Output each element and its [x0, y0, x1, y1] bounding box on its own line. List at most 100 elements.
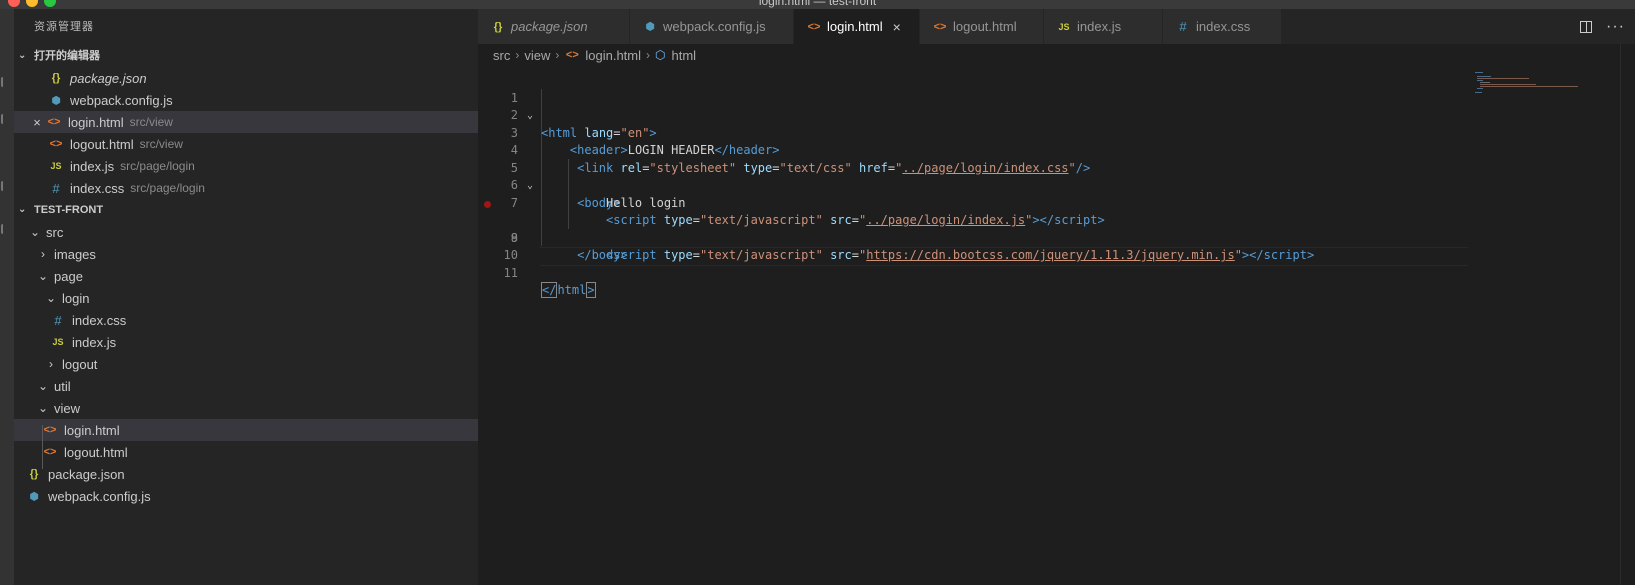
open-editor-item-index-css[interactable]: # index.css src/page/login — [14, 177, 478, 199]
activity-icon[interactable] — [1, 181, 7, 191]
html-icon: <> — [47, 116, 61, 128]
activity-icon[interactable] — [1, 77, 7, 87]
tree-folder-login[interactable]: ⌄ login — [14, 287, 478, 309]
src-link[interactable]: https://cdn.bootcss.com/jquery/1.11.3/jq… — [866, 248, 1234, 262]
chevron-down-icon: ⌄ — [29, 225, 41, 239]
code-line: 4 <link rel="stylesheet" type="text/css"… — [510, 143, 1091, 175]
chevron-right-icon: › — [555, 48, 560, 62]
js-icon: JS — [50, 161, 62, 171]
code-line: 9 </body> — [510, 230, 628, 263]
tree-folder-view[interactable]: ⌄ view — [14, 397, 478, 419]
href-link[interactable]: ../page/login/index.css — [902, 161, 1068, 175]
chevron-down-icon: ⌄ — [18, 50, 27, 61]
editor-tabs: {} package.json ⬢ webpack.config.js <> l… — [478, 9, 1635, 44]
symbol-cube-icon: ⬡ — [655, 48, 666, 62]
open-editor-item-logout-html[interactable]: <> logout.html src/view — [14, 133, 478, 155]
split-editor-icon[interactable] — [1580, 20, 1593, 33]
close-icon[interactable]: × — [30, 115, 44, 130]
activity-icon[interactable] — [1, 224, 7, 234]
css-icon: # — [52, 180, 60, 196]
tree-folder-src[interactable]: ⌄ src — [14, 221, 478, 243]
tree-folder-images[interactable]: › images — [14, 243, 478, 265]
tree-file-webpack[interactable]: ⬢ webpack.config.js — [14, 485, 478, 507]
src-link[interactable]: ../page/login/index.js — [866, 213, 1025, 227]
open-editor-item-login-html[interactable]: × <> login.html src/view — [14, 111, 478, 133]
webpack-icon: ⬢ — [51, 94, 61, 107]
breakpoint-icon[interactable] — [484, 200, 491, 208]
html-icon: <> — [49, 138, 63, 150]
code-line: 5 ⌄ <body> — [510, 160, 621, 210]
breadcrumb: src › view › <> login.html › ⬡ html — [478, 44, 696, 66]
code-line: 1 ⌄ <html lang="en"> — [510, 90, 657, 140]
tree-folder-util[interactable]: ⌄ util — [14, 375, 478, 397]
breadcrumb-src[interactable]: src — [493, 48, 510, 63]
chevron-down-icon: ⌄ — [45, 291, 57, 305]
chevron-right-icon: › — [41, 247, 45, 261]
title-bar: login.html — test-front — [0, 0, 1635, 9]
activity-icon[interactable] — [1, 114, 7, 124]
open-editor-item-index-js[interactable]: JS index.js src/page/login — [14, 155, 478, 177]
breadcrumb-view[interactable]: view — [524, 48, 550, 63]
html-icon: <> — [807, 20, 821, 33]
tree-folder-page[interactable]: ⌄ page — [14, 265, 478, 287]
breadcrumb-file[interactable]: login.html — [585, 48, 641, 63]
tree-file-login-html[interactable]: <> login.html — [14, 419, 478, 441]
tab-index-js[interactable]: JS index.js — [1044, 9, 1163, 44]
code-line: 6 Hello login — [510, 178, 686, 210]
chevron-down-icon[interactable]: ⌄ — [527, 107, 533, 125]
chevron-right-icon: › — [646, 48, 650, 62]
tab-package-json[interactable]: {} package.json — [478, 9, 630, 44]
chevron-down-icon: ⌄ — [37, 401, 49, 415]
tab-index-css[interactable]: # index.css — [1163, 9, 1282, 44]
tree-file-index-js[interactable]: JS index.js — [14, 331, 478, 353]
tab-logout-html[interactable]: <> logout.html — [920, 9, 1044, 44]
tree-file-index-css[interactable]: # index.css — [14, 309, 478, 331]
chevron-down-icon: ⌄ — [37, 379, 49, 393]
chevron-right-icon: › — [49, 357, 53, 371]
code-line: 7 <script type="text/javascript" src="..… — [510, 195, 1105, 228]
chevron-down-icon[interactable]: ⌄ — [527, 177, 533, 195]
minimap[interactable] — [1475, 72, 1585, 102]
open-editor-item-webpack[interactable]: ⬢ webpack.config.js — [14, 89, 478, 111]
explorer-sidebar: 资源管理器 ⌄ 打开的编辑器 {} package.json ⬢ webpack… — [14, 9, 478, 585]
tab-webpack-config[interactable]: ⬢ webpack.config.js — [630, 9, 794, 44]
chevron-down-icon: ⌄ — [37, 269, 49, 283]
tree-file-logout-html[interactable]: <> logout.html — [14, 441, 478, 463]
html-icon: <> — [43, 424, 57, 436]
editor-actions: ··· — [1580, 9, 1625, 44]
open-editors-header[interactable]: ⌄ 打开的编辑器 — [14, 45, 478, 67]
explorer-title: 资源管理器 — [34, 21, 94, 33]
html-icon: <> — [565, 49, 579, 61]
open-editor-item-package-json[interactable]: {} package.json — [14, 67, 478, 89]
code-line: 8 <script type="text/javascript" src="ht… — [478, 195, 1314, 262]
code-line: 11 </html> — [503, 265, 596, 298]
editor-area: {} package.json ⬢ webpack.config.js <> l… — [478, 9, 1635, 585]
window-title: login.html — test-front — [758, 0, 877, 8]
css-icon: # — [1179, 19, 1187, 34]
close-icon[interactable]: × — [893, 19, 901, 35]
webpack-icon: ⬢ — [645, 21, 655, 33]
chevron-down-icon: ⌄ — [18, 204, 27, 215]
js-icon: JS — [1058, 21, 1070, 32]
json-icon: {} — [51, 72, 61, 84]
html-icon: <> — [43, 446, 57, 458]
tree-indent-guide — [42, 425, 43, 469]
project-header[interactable]: ⌄ TEST-FRONT — [14, 199, 478, 221]
js-icon: JS — [52, 337, 64, 347]
activity-bar — [0, 9, 14, 585]
tree-folder-logout[interactable]: › logout — [14, 353, 478, 375]
more-actions-icon[interactable]: ··· — [1606, 18, 1625, 36]
css-icon: # — [54, 312, 62, 328]
code-line: 2 — [510, 108, 518, 122]
editor-scrollbar[interactable] — [1620, 44, 1635, 585]
chevron-right-icon: › — [515, 48, 520, 62]
json-icon: {} — [29, 468, 39, 480]
code-line: 10 — [503, 248, 518, 262]
webpack-icon: ⬢ — [29, 490, 39, 503]
html-icon: <> — [933, 20, 947, 33]
code-line: 3 <header>LOGIN HEADER</header> — [510, 125, 780, 158]
tab-login-html[interactable]: <> login.html × — [794, 9, 920, 44]
json-icon: {} — [493, 20, 503, 33]
tree-file-package-json[interactable]: {} package.json — [14, 463, 478, 485]
breadcrumb-symbol[interactable]: html — [671, 48, 696, 63]
